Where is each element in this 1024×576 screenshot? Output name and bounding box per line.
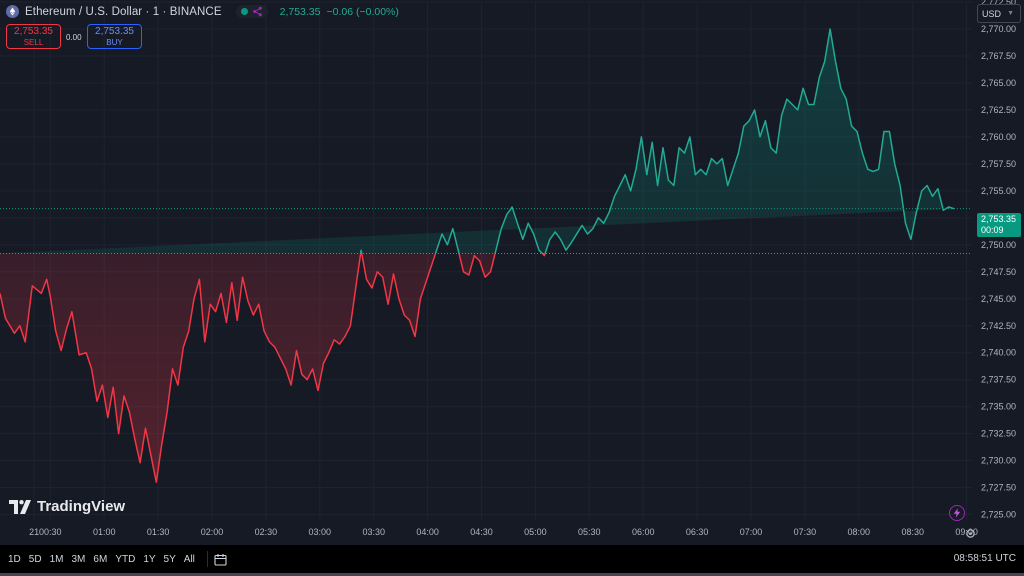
price-change: −0.06 (−0.00%)	[326, 5, 399, 18]
x-tick-label: 04:30	[470, 527, 493, 537]
tradingview-logo[interactable]: TradingView	[9, 498, 125, 515]
y-tick-label: 2,737.50	[981, 375, 1016, 385]
y-tick-label: 2,762.50	[981, 105, 1016, 115]
range-button-5y[interactable]: 5Y	[164, 554, 176, 565]
range-button-1d[interactable]: 1D	[8, 554, 21, 565]
y-tick-label: 2,767.50	[981, 51, 1016, 61]
range-buttons: 1D 5D 1M 3M 6M YTD 1Y 5Y All	[8, 554, 203, 565]
symbol-legend: Ethereum / U.S. Dollar · 1 · BINANCE 2,7…	[6, 5, 399, 18]
price-chart[interactable]: 2,725.00 2,727.50 2,730.00 2,732.50 2,735.00…	[0, 0, 1024, 545]
buy-label: BUY	[106, 38, 123, 47]
y-tick-label: 2,725.00	[981, 510, 1016, 520]
x-tick-label: 05:00	[524, 527, 547, 537]
y-tick-label: 2,732.50	[981, 429, 1016, 439]
y-tick-label: 2,750.00	[981, 240, 1016, 250]
x-tick-label: 02:00	[201, 527, 224, 537]
x-tick-label: 03:30	[362, 527, 385, 537]
last-price: 2,753.35	[279, 5, 321, 18]
flash-icon[interactable]	[949, 505, 965, 521]
x-tick-label: 07:00	[740, 527, 763, 537]
logo-text: TradingView	[37, 498, 126, 515]
x-tick-label: 06:30	[686, 527, 709, 537]
x-tick-label: 04:00	[416, 527, 439, 537]
range-button-1y[interactable]: 1Y	[143, 554, 155, 565]
y-tick-label: 2,757.50	[981, 159, 1016, 169]
range-button-3m[interactable]: 3M	[72, 554, 86, 565]
range-button-1m[interactable]: 1M	[50, 554, 64, 565]
range-button-ytd[interactable]: YTD	[115, 554, 135, 565]
market-open-dot	[240, 8, 248, 15]
x-tick-label: 06:00	[632, 527, 655, 537]
symbol-title[interactable]: Ethereum / U.S. Dollar · 1 · BINANCE	[25, 6, 222, 18]
price-axis[interactable]: 2,725.00 2,727.50 2,730.00 2,732.50 2,735.00…	[981, 0, 1016, 520]
tradingview-logo-icon	[9, 499, 31, 514]
x-tick-label: 03:00	[309, 527, 332, 537]
y-tick-label: 2,735.00	[981, 402, 1016, 412]
utc-clock[interactable]: 08:58:51 UTC	[954, 553, 1016, 564]
y-tick-label: 2,727.50	[981, 483, 1016, 493]
chevron-down-icon: ▼	[1007, 10, 1014, 17]
y-tick-label: 2,760.00	[981, 132, 1016, 142]
x-tick-label: 05:30	[578, 527, 601, 537]
x-tick-label: 07:30	[794, 527, 817, 537]
sell-button[interactable]: 2,753.35 SELL	[6, 24, 61, 49]
range-button-5d[interactable]: 5D	[29, 554, 42, 565]
time-axis[interactable]: 21 00:30 01:00 01:30 02:00 02:30 03:00 03:30 04:…	[29, 527, 978, 537]
bar-countdown: 00:09	[981, 225, 1004, 235]
y-tick-label: 2,742.50	[981, 321, 1016, 331]
gear-icon[interactable]	[965, 528, 976, 539]
chart-area	[0, 29, 954, 483]
currency-selector[interactable]: USD ▼	[977, 4, 1021, 23]
market-status[interactable]	[235, 5, 268, 18]
x-tick-label: 01:30	[147, 527, 170, 537]
toolbar-divider	[206, 551, 208, 567]
buy-button[interactable]: 2,753.35 BUY	[87, 24, 142, 49]
bottom-toolbar: 1D 5D 1M 3M 6M YTD 1Y 5Y All	[0, 545, 1024, 573]
x-tick-label: 08:00	[848, 527, 871, 537]
y-tick-label: 2,740.00	[981, 348, 1016, 358]
spread-value: 0.00	[66, 33, 82, 42]
y-tick-label: 2,755.00	[981, 186, 1016, 196]
y-tick-label: 2,730.00	[981, 456, 1016, 466]
price-tag-value: 2,753.35	[981, 214, 1017, 224]
area-fill-down	[0, 253, 546, 483]
currency-label: USD	[982, 8, 1002, 19]
y-tick-label: 2,770.00	[981, 24, 1016, 34]
ethereum-icon	[6, 5, 19, 18]
x-tick-label: 02:30	[255, 527, 278, 537]
range-button-all[interactable]: All	[184, 554, 195, 565]
y-tick-label: 2,745.00	[981, 294, 1016, 304]
calendar-icon[interactable]	[214, 553, 227, 566]
share-icon	[252, 6, 262, 17]
range-button-6m[interactable]: 6M	[93, 554, 107, 565]
x-tick-label: 00:30	[39, 527, 62, 537]
y-tick-label: 2,747.50	[981, 267, 1016, 277]
buy-price: 2,753.35	[95, 26, 134, 37]
last-price-tag: 2,753.35 00:09	[977, 213, 1021, 237]
x-tick-label: 01:00	[93, 527, 116, 537]
x-tick-label: 08:30	[901, 527, 924, 537]
sell-price: 2,753.35	[14, 26, 53, 37]
x-tick-label: 21	[29, 527, 39, 537]
sell-label: SELL	[23, 38, 44, 47]
y-tick-label: 2,765.00	[981, 78, 1016, 88]
